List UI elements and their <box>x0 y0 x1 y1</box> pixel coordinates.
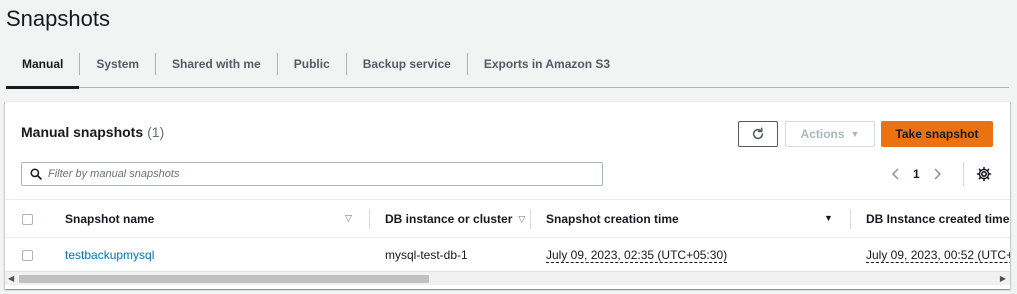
sort-descending-icon: ▼ <box>824 213 833 223</box>
column-header-label: DB instance or cluster <box>385 212 513 226</box>
scroll-left-icon[interactable]: ◀ <box>8 274 14 283</box>
refresh-button[interactable] <box>738 121 778 147</box>
column-divider <box>850 209 851 229</box>
horizontal-scrollbar[interactable]: ◀ ▶ <box>5 271 1010 285</box>
tab-bar: Manual System Shared with me Public Back… <box>6 48 1009 89</box>
instance-created-value[interactable]: July 09, 2023, 00:52 (UTC+05:30) <box>866 248 1010 263</box>
chevron-left-icon[interactable] <box>891 168 901 180</box>
scrollbar-thumb[interactable] <box>19 275 429 283</box>
tab-backup-service[interactable]: Backup service <box>347 49 467 79</box>
tab-manual[interactable]: Manual <box>6 49 80 89</box>
db-instance-cell: mysql-test-db-1 <box>385 248 468 262</box>
tab-shared-with-me[interactable]: Shared with me <box>156 49 277 79</box>
actions-label: Actions <box>800 127 845 141</box>
chevron-right-icon[interactable] <box>932 168 942 180</box>
row-checkbox[interactable] <box>22 249 33 261</box>
page-title: Snapshots <box>6 6 110 31</box>
search-icon <box>30 168 42 180</box>
column-divider <box>530 209 531 229</box>
pagination: 1 <box>891 164 942 184</box>
sort-indicator-icon: ▽ <box>518 213 526 224</box>
manual-snapshots-panel: Manual snapshots (1) Actions ▼ Take snaps… <box>5 101 1010 289</box>
tab-exports-s3[interactable]: Exports in Amazon S3 <box>468 49 626 79</box>
table-header: Snapshot name ▽ DB instance or cluster ▽… <box>5 200 1010 238</box>
column-header-snapshot-creation-time[interactable]: Snapshot creation time <box>546 200 679 238</box>
snapshot-name-cell: testbackupmysql <box>65 238 154 272</box>
snapshot-name-link[interactable]: testbackupmysql <box>65 248 154 262</box>
column-header-label: Snapshot creation time <box>546 212 679 226</box>
column-header-label: DB Instance created time <box>866 212 1010 226</box>
gear-icon[interactable] <box>976 166 992 182</box>
select-all-checkbox[interactable] <box>22 213 33 225</box>
row-select-cell <box>22 238 33 272</box>
table-row[interactable]: testbackupmysql mysql-test-db-1 July 09,… <box>5 238 1010 272</box>
scroll-right-icon[interactable]: ▶ <box>1000 274 1006 283</box>
column-divider <box>369 209 370 229</box>
instance-created-cell: July 09, 2023, 00:52 (UTC+05:30) <box>866 238 1010 272</box>
column-header-db-instance-created-time[interactable]: DB Instance created time <box>866 200 1009 238</box>
panel-title-text: Manual snapshots <box>21 124 144 140</box>
snapshot-time-cell: July 09, 2023, 02:35 (UTC+05:30) <box>546 238 728 272</box>
filter-input[interactable] <box>48 168 568 180</box>
snapshot-count: (1) <box>147 124 165 140</box>
take-snapshot-button[interactable]: Take snapshot <box>881 121 993 147</box>
column-header-db-instance[interactable]: DB instance or cluster ▽ <box>385 200 525 238</box>
tab-public[interactable]: Public <box>278 49 346 79</box>
actions-dropdown[interactable]: Actions ▼ <box>785 121 875 147</box>
snapshot-time-value[interactable]: July 09, 2023, 02:35 (UTC+05:30) <box>546 248 728 263</box>
pager-divider <box>963 162 964 186</box>
panel-title: Manual snapshots (1) <box>21 124 164 140</box>
caret-down-icon: ▼ <box>850 129 860 139</box>
filter-field[interactable] <box>21 162 603 186</box>
column-header-label: Snapshot name <box>65 212 155 226</box>
sort-indicator-icon: ▽ <box>345 213 352 223</box>
column-header-snapshot-name[interactable]: Snapshot name <box>65 200 154 238</box>
refresh-icon <box>752 127 764 140</box>
current-page[interactable]: 1 <box>913 167 920 181</box>
snapshots-table: Snapshot name ▽ DB instance or cluster ▽… <box>5 199 1010 272</box>
tab-system[interactable]: System <box>80 49 155 79</box>
select-all-cell <box>22 200 33 238</box>
